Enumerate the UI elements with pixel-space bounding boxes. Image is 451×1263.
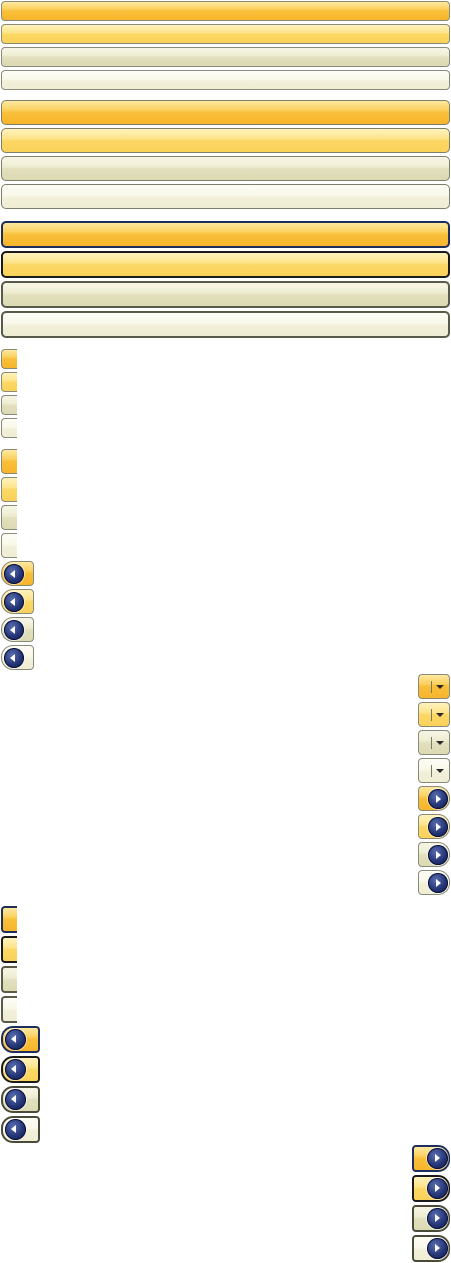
back-button-small-cream[interactable] xyxy=(1,645,34,670)
forward-button-small-cream[interactable] xyxy=(418,870,450,895)
tab-medium-cream[interactable] xyxy=(1,533,17,558)
forward-button-small-olive[interactable] xyxy=(418,842,450,867)
arrow-right-icon xyxy=(428,845,448,865)
arrow-right-icon xyxy=(427,1148,448,1169)
tab-medium-orange[interactable] xyxy=(1,449,17,474)
bar-small-orange[interactable] xyxy=(1,1,450,21)
arrow-right-icon xyxy=(428,817,448,837)
bar-large-orange[interactable] xyxy=(1,221,450,248)
back-button-large-olive[interactable] xyxy=(1,1086,40,1113)
bar-small-yellow[interactable] xyxy=(1,24,450,44)
arrow-left-icon xyxy=(4,648,24,668)
bar-large-olive[interactable] xyxy=(1,281,450,308)
forward-button-small-yellow[interactable] xyxy=(418,814,450,839)
arrow-right-icon xyxy=(427,1208,448,1229)
dropdown-button-orange[interactable] xyxy=(418,674,450,699)
tab-large-orange[interactable] xyxy=(1,906,17,933)
chevron-down-icon xyxy=(436,685,444,689)
back-button-small-olive[interactable] xyxy=(1,617,34,642)
bar-small-olive[interactable] xyxy=(1,47,450,67)
tab-medium-yellow[interactable] xyxy=(1,477,17,502)
dropdown-button-cream[interactable] xyxy=(418,758,450,783)
bar-large-yellow[interactable] xyxy=(1,251,450,278)
forward-button-large-yellow[interactable] xyxy=(412,1175,450,1202)
bar-medium-cream[interactable] xyxy=(1,184,450,209)
arrow-left-icon xyxy=(5,1089,26,1110)
arrow-left-icon xyxy=(4,620,24,640)
arrow-right-icon xyxy=(428,789,448,809)
bar-large-cream[interactable] xyxy=(1,311,450,338)
forward-button-large-orange[interactable] xyxy=(412,1145,450,1172)
back-button-large-yellow[interactable] xyxy=(1,1056,40,1083)
arrow-left-icon xyxy=(4,564,24,584)
dropdown-button-olive[interactable] xyxy=(418,730,450,755)
chevron-down-icon xyxy=(436,769,444,773)
forward-button-large-olive[interactable] xyxy=(412,1205,450,1232)
tab-large-olive[interactable] xyxy=(1,966,17,993)
tab-large-cream[interactable] xyxy=(1,996,17,1023)
arrow-left-icon xyxy=(5,1029,26,1050)
bar-medium-orange[interactable] xyxy=(1,100,450,125)
arrow-right-icon xyxy=(428,873,448,893)
dropdown-button-yellow[interactable] xyxy=(418,702,450,727)
chevron-down-icon xyxy=(436,741,444,745)
back-button-large-orange[interactable] xyxy=(1,1026,40,1053)
bar-small-cream[interactable] xyxy=(1,70,450,90)
tab-small-olive[interactable] xyxy=(1,395,17,415)
arrow-left-icon xyxy=(4,592,24,612)
forward-button-small-orange[interactable] xyxy=(418,786,450,811)
back-button-large-cream[interactable] xyxy=(1,1116,40,1143)
tab-small-orange[interactable] xyxy=(1,349,17,369)
arrow-right-icon xyxy=(427,1178,448,1199)
arrow-left-icon xyxy=(5,1119,26,1140)
tab-small-yellow[interactable] xyxy=(1,372,17,392)
chevron-down-icon xyxy=(436,713,444,717)
tab-small-cream[interactable] xyxy=(1,418,17,438)
back-button-small-orange[interactable] xyxy=(1,561,34,586)
tab-medium-olive[interactable] xyxy=(1,505,17,530)
bar-medium-yellow[interactable] xyxy=(1,128,450,153)
bar-medium-olive[interactable] xyxy=(1,156,450,181)
back-button-small-yellow[interactable] xyxy=(1,589,34,614)
arrow-left-icon xyxy=(5,1059,26,1080)
tab-large-yellow[interactable] xyxy=(1,936,17,963)
forward-button-large-cream[interactable] xyxy=(412,1235,450,1262)
arrow-right-icon xyxy=(427,1238,448,1259)
